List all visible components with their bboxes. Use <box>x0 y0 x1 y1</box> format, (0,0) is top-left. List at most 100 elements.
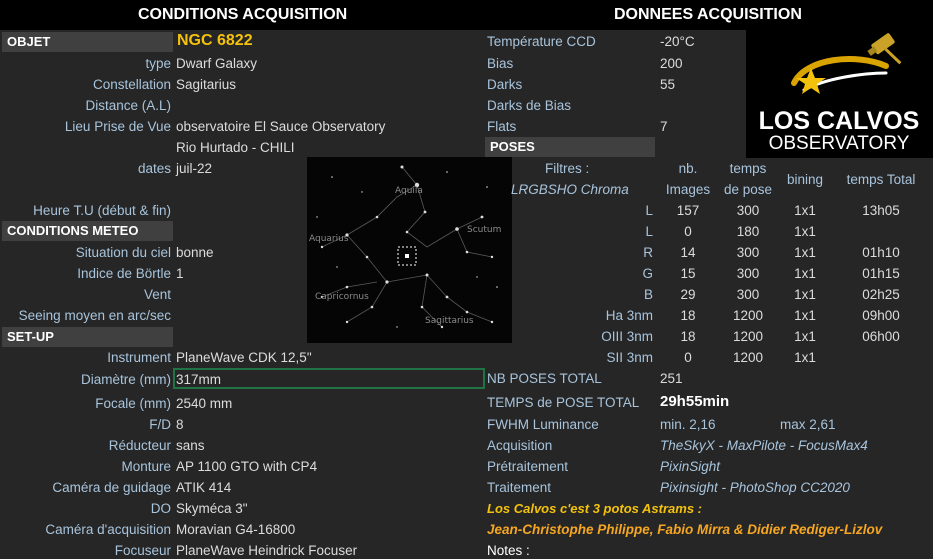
label-acquisition: Acquisition <box>487 438 553 453</box>
section-objet: OBJET <box>2 32 173 52</box>
pose-nb[interactable]: 157 <box>660 201 716 221</box>
label-guidage: Caméra de guidage <box>52 480 171 495</box>
value-camera[interactable]: Moravian G4-16800 <box>176 520 295 540</box>
label-instrument: Instrument <box>107 350 171 365</box>
value-fd[interactable]: 8 <box>176 415 184 435</box>
pose-time[interactable]: 300 <box>718 264 778 284</box>
value-fwhm-max[interactable]: max 2,61 <box>780 415 836 435</box>
label-type: type <box>145 56 171 71</box>
pose-filter: L <box>645 203 653 218</box>
value-fwhm-min[interactable]: min. 2,16 <box>660 415 716 435</box>
label-seeing: Seeing moyen en arc/sec <box>18 308 171 323</box>
label-distance: Distance (A.L) <box>85 98 171 113</box>
value-flats[interactable]: 7 <box>660 117 668 137</box>
value-diametre[interactable]: 317mm <box>176 370 221 390</box>
value-type[interactable]: Dwarf Galaxy <box>176 54 257 74</box>
value-guidage[interactable]: ATIK 414 <box>176 478 231 498</box>
pose-filter: OIII 3nm <box>601 329 653 344</box>
pose-total[interactable]: 06h00 <box>836 327 926 347</box>
pose-filter: R <box>643 245 653 260</box>
label-pretraitement: Prétraitement <box>487 459 569 474</box>
label-camera: Caméra d'acquisition <box>45 522 171 537</box>
value-lieu-2[interactable]: Rio Hurtado - CHILI <box>176 138 295 158</box>
value-temp-ccd[interactable]: -20°C <box>660 32 695 52</box>
pose-bining[interactable]: 1x1 <box>778 285 832 305</box>
section-meteo: CONDITIONS METEO <box>2 221 173 241</box>
value-instrument[interactable]: PlaneWave CDK 12,5" <box>176 348 312 368</box>
map-label-scutum: Scutum <box>467 225 501 235</box>
col-temps-2: de pose <box>723 182 773 197</box>
label-ciel: Situation du ciel <box>75 245 171 260</box>
logo: LOS CALVOS OBSERVATORY <box>746 28 933 158</box>
pose-bining[interactable]: 1x1 <box>778 264 832 284</box>
value-lieu[interactable]: observatoire El Sauce Observatory <box>176 117 385 137</box>
label-bortle: Indice de Börtle <box>77 266 171 281</box>
label-filtres-sub: LRGBSHO Chroma <box>511 182 629 197</box>
value-reducteur[interactable]: sans <box>176 436 205 456</box>
pose-time[interactable]: 300 <box>718 201 778 221</box>
pose-bining[interactable]: 1x1 <box>778 306 832 326</box>
pose-nb[interactable]: 29 <box>660 285 716 305</box>
label-vent: Vent <box>143 287 171 302</box>
value-darks[interactable]: 55 <box>660 75 675 95</box>
star-map-svg: Aquila Scutum Aquarius Capricornus Sagit… <box>309 165 501 329</box>
value-traitement[interactable]: Pixinsight - PhotoShop CC2020 <box>660 478 850 498</box>
pose-time[interactable]: 300 <box>718 285 778 305</box>
pose-nb[interactable]: 18 <box>660 306 716 326</box>
pose-time[interactable]: 1200 <box>718 306 778 326</box>
pose-nb[interactable]: 15 <box>660 264 716 284</box>
pose-total[interactable]: 13h05 <box>836 201 926 221</box>
map-label-capricornus: Capricornus <box>315 292 369 302</box>
pose-time[interactable]: 1200 <box>718 327 778 347</box>
value-dates[interactable]: juil-22 <box>176 159 212 179</box>
pose-total[interactable]: 02h25 <box>836 285 926 305</box>
object-name[interactable]: NGC 6822 <box>177 31 253 51</box>
label-lieu: Lieu Prise de Vue <box>64 119 171 134</box>
pose-bining[interactable]: 1x1 <box>778 348 832 368</box>
pose-nb[interactable]: 0 <box>660 222 716 242</box>
value-focale[interactable]: 2540 mm <box>176 394 232 414</box>
pose-bining[interactable]: 1x1 <box>778 222 832 242</box>
value-focuseur[interactable]: PlaneWave Heindrick Focuser <box>176 541 357 559</box>
pose-total[interactable]: 09h00 <box>836 306 926 326</box>
value-temps-pose-total[interactable]: 29h55min <box>660 392 729 412</box>
label-darks-bias: Darks de Bias <box>487 98 572 113</box>
label-monture: Monture <box>121 459 171 474</box>
value-acquisition[interactable]: TheSkyX - MaxPilote - FocusMax4 <box>660 436 868 456</box>
col-nb-2: Images <box>665 182 711 197</box>
pose-bining[interactable]: 1x1 <box>778 243 832 263</box>
pose-filter: Ha 3nm <box>605 308 653 323</box>
header-conditions: CONDITIONS ACQUISITION <box>138 6 348 23</box>
value-pretraitement[interactable]: PixinSight <box>660 457 720 477</box>
star-map: Aquila Scutum Aquarius Capricornus Sagit… <box>307 157 512 343</box>
pose-nb[interactable]: 14 <box>660 243 716 263</box>
label-flats: Flats <box>487 119 517 134</box>
pose-time[interactable]: 300 <box>718 243 778 263</box>
pose-bining[interactable]: 1x1 <box>778 327 832 347</box>
value-bortle[interactable]: 1 <box>176 264 184 284</box>
label-temp-ccd: Température CCD <box>487 34 596 49</box>
value-monture[interactable]: AP 1100 GTO with CP4 <box>176 457 317 477</box>
label-diametre: Diamètre (mm) <box>81 372 171 387</box>
label-do: DO <box>150 501 171 516</box>
label-filtres: Filtres : <box>545 161 590 176</box>
pose-nb[interactable]: 0 <box>660 348 716 368</box>
label-nb-poses-total: NB POSES TOTAL <box>487 371 602 386</box>
pose-total[interactable]: 01h15 <box>836 264 926 284</box>
value-constellation[interactable]: Sagitarius <box>176 75 236 95</box>
pose-filter: G <box>642 266 653 281</box>
value-nb-poses-total[interactable]: 251 <box>660 369 683 389</box>
value-ciel[interactable]: bonne <box>176 243 214 263</box>
value-do[interactable]: Skyméca 3" <box>176 499 248 519</box>
pose-nb[interactable]: 18 <box>660 327 716 347</box>
pose-total[interactable]: 01h10 <box>836 243 926 263</box>
map-label-aquarius: Aquarius <box>309 234 349 244</box>
logo-svg: LOS CALVOS OBSERVATORY <box>759 33 919 154</box>
label-dates: dates <box>137 161 171 176</box>
pose-time[interactable]: 1200 <box>718 348 778 368</box>
pose-time[interactable]: 180 <box>718 222 778 242</box>
label-reducteur: Réducteur <box>108 438 171 453</box>
pose-bining[interactable]: 1x1 <box>778 201 832 221</box>
credits-line2: Jean-Christophe Philippe, Fabio Mirra & … <box>487 522 883 537</box>
value-bias[interactable]: 200 <box>660 54 683 74</box>
